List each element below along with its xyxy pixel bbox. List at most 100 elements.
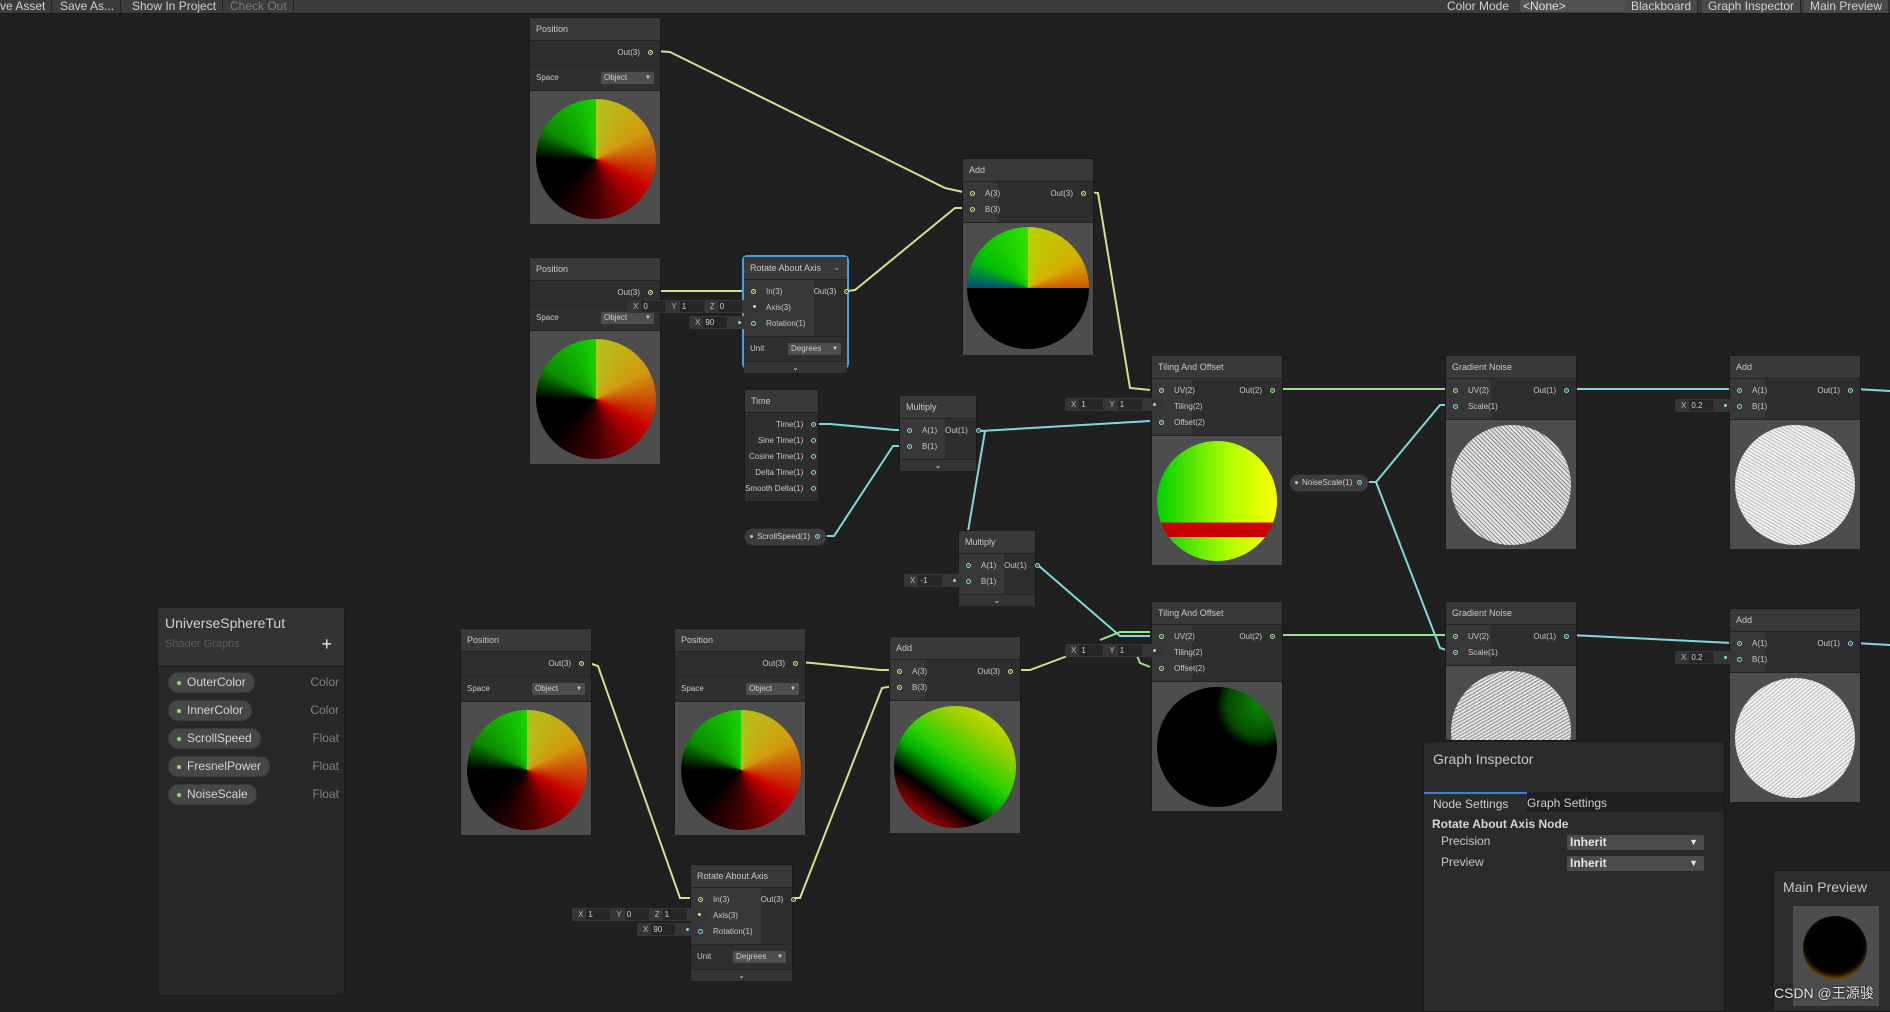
blackboard-property[interactable]: ScrollSpeed Float [168,728,339,749]
input-port[interactable] [1737,388,1742,393]
expand-chevron-icon[interactable]: ⌄ [959,594,1035,606]
output-port[interactable] [975,428,981,433]
tiling-x-input[interactable]: 1 [1079,645,1104,656]
input-port[interactable] [1737,641,1742,646]
position-node[interactable]: Position Out(3) Space Object ▼ [460,628,592,835]
output-port[interactable] [1564,388,1569,393]
input-port[interactable] [1159,388,1164,393]
input-port[interactable] [751,289,756,294]
input-port[interactable] [897,669,902,674]
space-dropdown[interactable]: Object ▼ [601,72,654,84]
add-node[interactable]: Add A(3) B(3) Out(3) [889,636,1021,833]
input-port[interactable] [698,897,703,902]
b-value-input[interactable]: -1 [918,575,943,586]
input-port[interactable] [1159,634,1164,639]
property-pill[interactable]: OuterColor [168,672,255,693]
output-port[interactable] [579,661,584,666]
expand-chevron-icon[interactable]: ⌄ [744,361,847,373]
tiling-and-offset-node[interactable]: Tiling And Offset UV(2) Tiling(2) Offset… [1151,601,1283,811]
input-port[interactable] [897,685,902,690]
rotation-input[interactable]: 90 [651,924,676,935]
preview-dropdown[interactable]: Inherit ▼ [1567,856,1704,871]
unit-dropdown[interactable]: Degrees ▼ [733,951,786,963]
rotation-input[interactable]: 90 [703,317,728,328]
gradient-noise-node[interactable]: Gradient Noise UV(2) Scale(1) Out(1) [1445,601,1577,741]
input-port[interactable] [1453,634,1458,639]
space-dropdown[interactable]: Object ▼ [532,683,585,695]
gradient-noise-node[interactable]: Gradient Noise UV(2) Scale(1) Out(1) [1445,355,1577,549]
output-port[interactable] [1357,480,1363,485]
noise-scale-property-node[interactable]: NoiseScale(1) [1289,474,1370,492]
output-port[interactable] [811,470,817,475]
property-pill[interactable]: ScrollSpeed [168,728,261,749]
tiling-x-input[interactable]: 1 [1079,399,1104,410]
position-node[interactable]: Position Out(3) Space Object ▼ [529,257,661,464]
blackboard-property[interactable]: FresnelPower Float [168,756,339,777]
axis-y-input[interactable]: 0 [624,909,649,920]
output-port[interactable] [811,454,817,459]
tiling-y-input[interactable]: 1 [1117,645,1142,656]
input-port[interactable] [907,444,912,449]
input-port[interactable] [1453,388,1458,393]
input-port[interactable] [970,191,975,196]
input-port[interactable] [966,579,971,584]
add-node[interactable]: Add A(3) B(3) Out(3) [962,158,1094,355]
time-node[interactable]: Time Time(1) Sine Time(1) Cosine Time(1)… [744,389,819,501]
collapse-chevron-icon[interactable]: ⌄ [833,257,840,279]
output-port[interactable] [811,486,817,491]
axis-z-input[interactable]: 1 [662,909,687,920]
output-port[interactable] [793,661,798,666]
precision-dropdown[interactable]: Inherit ▼ [1567,835,1704,850]
tab-graph-settings[interactable]: Graph Settings [1518,792,1616,812]
input-port[interactable] [751,321,756,326]
output-port[interactable] [648,50,653,55]
add-node[interactable]: Add A(1) B(1) Out(1) [1729,355,1861,549]
property-pill[interactable]: NoiseScale [168,784,257,805]
blackboard-property[interactable]: NoiseScale Float [168,784,339,805]
input-port[interactable] [698,929,703,934]
output-port[interactable] [1270,634,1275,639]
scroll-speed-property-node[interactable]: ScrollSpeed(1) [744,528,827,546]
position-node[interactable]: Position Out(3) Space Object ▼ [529,17,661,224]
output-port[interactable] [811,438,817,443]
output-port[interactable] [844,289,850,294]
b-value-input[interactable]: 0.2 [1689,400,1714,411]
position-node[interactable]: Position Out(3) Space Object ▼ [674,628,806,835]
output-port[interactable] [1848,388,1853,393]
space-dropdown[interactable]: Object ▼ [601,312,654,324]
input-port[interactable] [1737,657,1742,662]
multiply-node[interactable]: Multiply A(1) B(1) Out(1) ⌄ [958,530,1040,606]
expand-chevron-icon[interactable]: ⌄ [691,969,792,981]
input-port[interactable] [1737,404,1742,409]
output-port[interactable] [814,534,820,539]
input-port[interactable] [1159,420,1164,425]
space-dropdown[interactable]: Object ▼ [746,683,799,695]
output-port[interactable] [1270,388,1275,393]
output-port[interactable] [791,897,797,902]
output-port[interactable] [1081,191,1086,196]
blackboard-property[interactable]: OuterColor Color [168,672,339,693]
input-port[interactable] [1453,404,1458,409]
add-node[interactable]: Add A(1) B(1) Out(1) [1729,608,1861,802]
input-port[interactable] [966,563,971,568]
axis-x-input[interactable]: 0 [641,301,666,312]
multiply-node[interactable]: Multiply A(1) B(1) Out(1) ⌄ [899,395,981,471]
input-port[interactable] [1453,650,1458,655]
input-port[interactable] [1159,666,1164,671]
axis-z-input[interactable]: 0 [717,301,742,312]
tab-node-settings[interactable]: Node Settings [1424,792,1527,814]
axis-y-input[interactable]: 1 [679,301,704,312]
property-pill[interactable]: FresnelPower [168,756,271,777]
output-port[interactable] [648,290,653,295]
output-port[interactable] [811,422,817,427]
tiling-y-input[interactable]: 1 [1117,399,1142,410]
expand-chevron-icon[interactable]: ⌄ [900,459,976,471]
output-port[interactable] [1564,634,1569,639]
output-port[interactable] [1008,669,1013,674]
input-port[interactable] [970,207,975,212]
output-port[interactable] [1034,563,1040,568]
blackboard-property[interactable]: InnerColor Color [168,700,339,721]
output-port[interactable] [1848,641,1853,646]
input-port[interactable] [907,428,912,433]
axis-x-input[interactable]: 1 [586,909,611,920]
